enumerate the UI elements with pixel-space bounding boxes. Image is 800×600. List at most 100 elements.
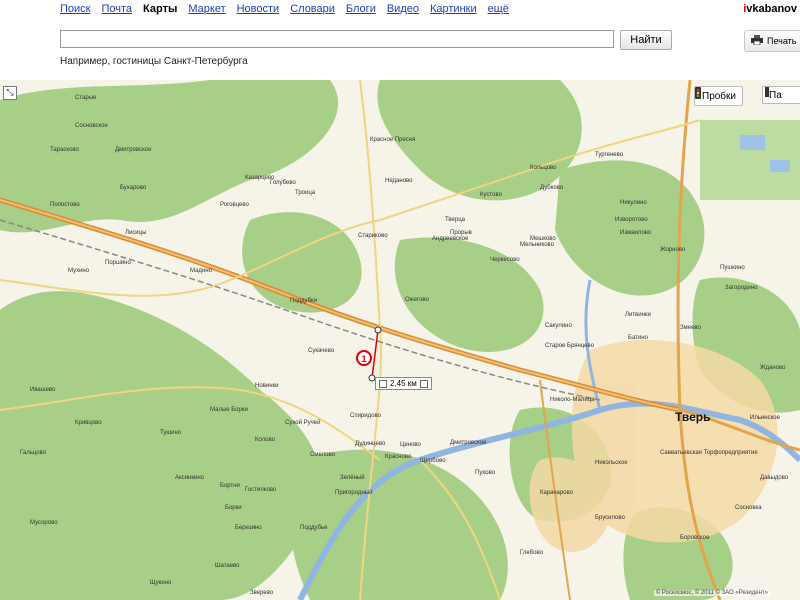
place-label: Брусилово [595,515,625,521]
place-label: Пригородный [335,490,373,496]
place-label: Неданово [385,178,413,184]
place-label: Ожегово [405,297,429,303]
place-label: Мухино [68,268,90,274]
place-label: Новинки [255,383,279,389]
pond [740,135,765,150]
place-label: Аксинкино [175,475,204,481]
place-label: Зелёный [340,475,365,481]
place-label: Дмитровское [115,147,152,153]
place-label: Старое Брянцево [545,343,594,349]
map-view[interactable]: Старые Сосновское Дмитровское Тарасково Буха… [0,80,800,600]
search-button[interactable]: Найти [620,30,672,50]
traffic-label: Пробки [702,90,736,102]
place-label: Изворотово [615,217,648,223]
map-canvas [0,80,800,600]
place-label: Кустово [480,192,502,198]
place-label: Роговцево [220,202,249,208]
place-label: Казарцево [245,175,275,181]
pond [770,160,790,172]
username-rest: vkabanov [746,3,797,15]
place-label: Поддубье [300,525,328,531]
place-label: Борки [225,505,242,511]
place-label: Лисицы [125,230,147,236]
place-label: Малые Борки [210,407,248,413]
username-link[interactable]: ivkabanov [743,3,797,15]
place-label: Давыдово [760,475,789,481]
search-example[interactable]: Например, гостиницы Санкт-Петербурга [60,56,248,67]
place-label: Николо-Малица [550,397,595,403]
place-label: Боровское [680,535,710,541]
ruler-distance-box[interactable]: 2,45 км [375,377,432,390]
place-label: Черкесово [490,257,520,263]
place-label: Щукино [150,580,172,586]
nav-link-images[interactable]: Картинки [430,3,477,15]
place-label: Жорново [660,247,686,253]
nav-link-market[interactable]: Маркет [188,3,225,15]
ruler-point[interactable] [374,326,382,334]
ruler-distance: 2,45 км [390,379,417,388]
copyright: © Роскосмос, © 2011 © ЗАО «Резидент» [653,590,770,596]
place-label: Загородино [725,285,758,291]
service-nav: Поиск Почта Карты Маркет Новости Словари… [60,3,509,15]
place-label: Жданово [760,365,786,371]
place-label: Сосновское [75,123,108,129]
place-label: Мусорово [30,520,58,526]
place-label: Дмитровское [450,440,487,446]
place-label: Измаилово [620,230,652,236]
place-label: Старые [75,95,97,101]
place-label: Ивашево [30,387,56,393]
place-label: Смелово [310,452,335,458]
place-label: Тарасково [50,147,79,153]
place-label: Дубково [540,185,564,191]
place-label: Бортни [220,483,240,489]
place-label: Сухой Ручей [285,420,321,426]
place-label: Сукачево [308,348,335,354]
place-label: Шатаево [215,563,240,569]
nav-link-dictionaries[interactable]: Словари [290,3,335,15]
place-label: Ильинское [750,415,780,421]
map-marker[interactable]: 1 [356,350,372,366]
place-label: Литвинки [625,312,651,318]
place-label: Андреевское [432,236,469,242]
place-label: Кольцово [530,165,557,171]
nav-link-search[interactable]: Поиск [60,3,90,15]
place-label: Кривцово [75,420,102,426]
place-label: Красново [385,454,412,460]
place-label: Глебово [520,550,543,556]
close-icon[interactable] [419,379,428,388]
layer-button[interactable]: Па [762,86,800,104]
expand-icon[interactable]: ⤡ [3,86,17,100]
nav-link-news[interactable]: Новости [237,3,280,15]
traffic-button[interactable]: Пробки [694,86,743,106]
search-input[interactable] [60,30,614,48]
place-label: Сакулино [545,323,572,329]
nav-link-more[interactable]: ещё [488,3,509,15]
place-label: Мельниково [520,242,554,248]
place-label: Поддубки [290,298,317,304]
print-button[interactable]: Печать [744,30,800,52]
place-label: Ценово [400,442,421,448]
place-label: Щербово [420,458,446,464]
place-label: Гальцово [20,450,47,456]
place-label: Колово [255,437,276,443]
place-label: Пухово [475,470,496,476]
place-label: Зверево [250,590,274,596]
place-label: Гостилково [245,487,277,493]
nav-link-video[interactable]: Видео [387,3,419,15]
nav-link-maps[interactable]: Карты [143,3,177,15]
place-label: Никулино [620,200,647,206]
place-label: Сосновка [735,505,762,511]
place-label: Змеево [680,325,701,331]
place-label: Тверца [445,217,465,223]
printer-icon [751,35,763,47]
place-label: Попостово [50,202,80,208]
place-label: Дудинцево [355,441,386,447]
checkbox-icon[interactable] [379,379,387,388]
place-label: Карачарово [540,490,573,496]
place-label: Никольское [595,460,628,466]
nav-link-mail[interactable]: Почта [101,3,132,15]
nav-link-blogs[interactable]: Блоги [346,3,376,15]
place-label: Тушино [160,430,182,436]
place-label: Березино [235,525,262,531]
place-label: Батино [628,335,648,341]
